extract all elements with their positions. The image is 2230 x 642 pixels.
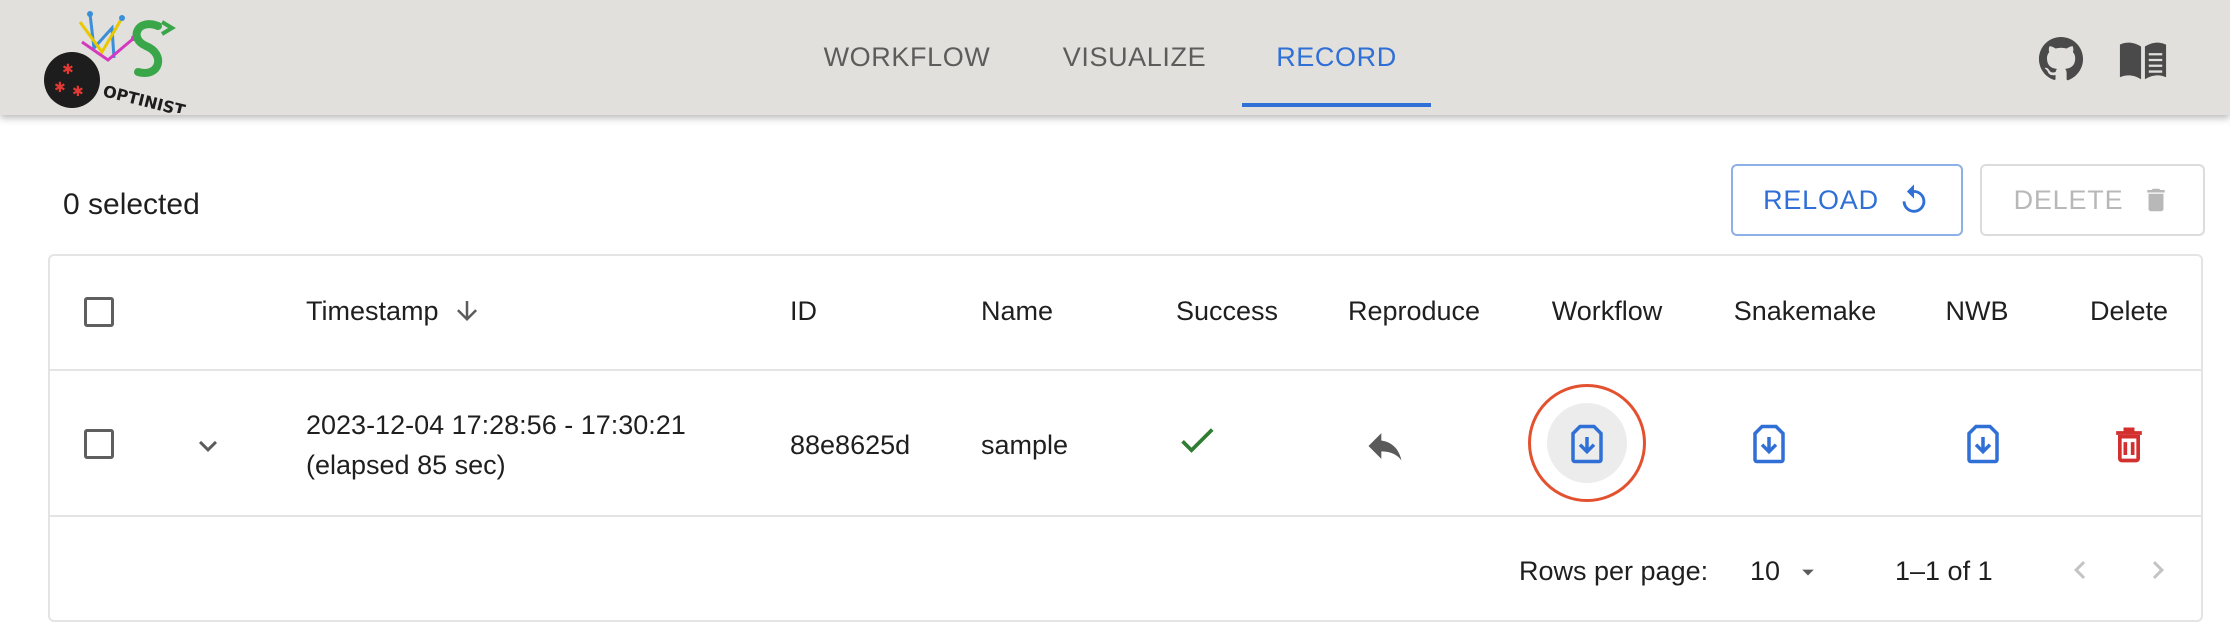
delete-button-label: DELETE bbox=[2013, 184, 2124, 215]
delete-row-trash-icon[interactable] bbox=[2107, 421, 2151, 467]
svg-text:✱: ✱ bbox=[62, 62, 74, 78]
rows-per-page-value: 10 bbox=[1750, 556, 1781, 586]
timestamp-header-label: Timestamp bbox=[306, 296, 439, 326]
row-checkbox[interactable] bbox=[84, 429, 114, 459]
snakemake-download-icon[interactable] bbox=[1748, 422, 1790, 466]
column-header-id: ID bbox=[790, 296, 817, 326]
expand-row-chevron-down-icon[interactable] bbox=[190, 428, 226, 464]
tab-workflow[interactable]: WORKFLOW bbox=[807, 0, 1007, 115]
previous-page-chevron-left-icon[interactable] bbox=[2062, 552, 2098, 588]
selected-count: 0 selected bbox=[63, 188, 200, 221]
nwb-download-icon[interactable] bbox=[1962, 422, 2004, 466]
optinist-logo[interactable]: ✱ ✱ ✱ OPTINIST bbox=[42, 8, 207, 113]
column-header-reproduce: Reproduce bbox=[1347, 296, 1481, 326]
refresh-icon bbox=[1902, 184, 1926, 213]
book-icon[interactable] bbox=[2118, 38, 2168, 82]
column-header-snakemake: Snakemake bbox=[1733, 296, 1877, 326]
tab-visualize[interactable]: VISUALIZE bbox=[1040, 0, 1229, 115]
trash-icon bbox=[2147, 188, 2166, 212]
delete-button[interactable]: DELETE bbox=[1980, 164, 2205, 236]
column-header-name: Name bbox=[981, 296, 1054, 326]
rows-per-page-label: Rows per page: bbox=[1519, 556, 1709, 586]
rows-per-page-select[interactable]: 10 bbox=[1750, 556, 1822, 587]
tab-record[interactable]: RECORD bbox=[1242, 0, 1431, 115]
app-bar: ✱ ✱ ✱ OPTINIST WORKFLOW VISUALIZE RECORD bbox=[0, 0, 2230, 115]
reproduce-reply-icon[interactable] bbox=[1363, 424, 1407, 468]
svg-text:✱: ✱ bbox=[72, 84, 84, 100]
row-name: sample bbox=[981, 430, 1069, 460]
active-tab-indicator bbox=[1242, 103, 1431, 107]
logo-text: OPTINIST bbox=[101, 81, 187, 113]
column-header-delete: Delete bbox=[2089, 296, 2169, 326]
select-all-checkbox[interactable] bbox=[84, 297, 114, 327]
github-icon[interactable] bbox=[2038, 36, 2084, 82]
next-page-chevron-right-icon[interactable] bbox=[2140, 552, 2176, 588]
sort-arrow-down-icon[interactable] bbox=[452, 296, 482, 326]
column-header-nwb: NWB bbox=[1945, 296, 2009, 326]
row-divider bbox=[50, 515, 2201, 517]
row-elapsed: (elapsed 85 sec) bbox=[306, 450, 506, 480]
row-timestamp: 2023-12-04 17:28:56 - 17:30:21 bbox=[306, 410, 686, 440]
dropdown-caret-icon bbox=[1801, 569, 1814, 576]
column-header-timestamp[interactable]: Timestamp bbox=[306, 296, 482, 327]
reload-button-label: RELOAD bbox=[1763, 184, 1879, 215]
header-divider bbox=[50, 369, 2201, 371]
row-id: 88e8625d bbox=[790, 430, 911, 460]
column-header-workflow: Workflow bbox=[1551, 296, 1663, 326]
workflow-download-icon[interactable] bbox=[1566, 422, 1608, 466]
reload-button[interactable]: RELOAD bbox=[1731, 164, 1963, 236]
column-header-success: Success bbox=[1175, 296, 1279, 326]
success-check-icon bbox=[1181, 428, 1214, 453]
svg-text:✱: ✱ bbox=[54, 80, 66, 96]
pagination-range: 1–1 of 1 bbox=[1895, 556, 1993, 586]
